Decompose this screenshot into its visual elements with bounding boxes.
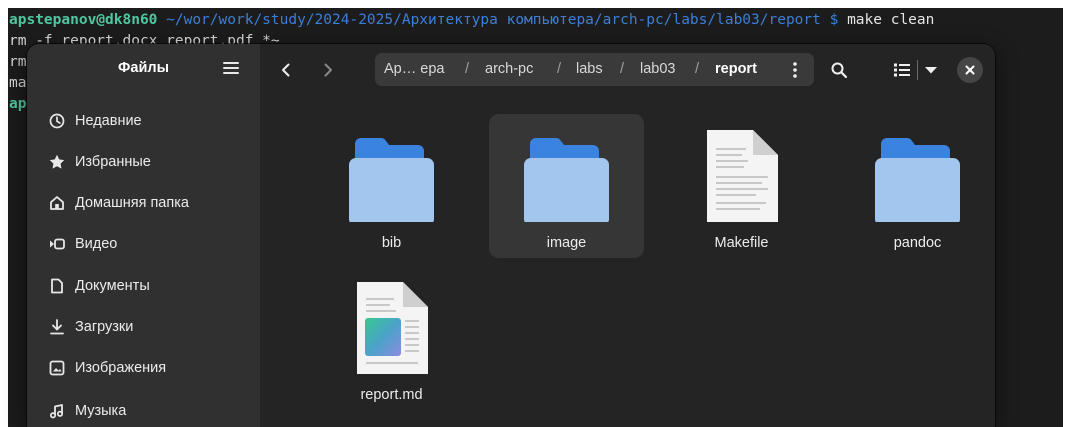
sidebar-item-label: Домашняя папка xyxy=(75,195,189,211)
breadcrumb-current[interactable]: report xyxy=(715,53,757,86)
star-icon xyxy=(49,154,65,169)
file-name: Makefile xyxy=(714,235,769,251)
video-icon xyxy=(50,238,65,250)
file-item-image[interactable]: image xyxy=(489,114,644,258)
sidebar-item-label: Музыка xyxy=(75,403,127,419)
home-icon xyxy=(50,196,64,210)
file-name: image xyxy=(546,235,587,251)
file-name: bib xyxy=(381,235,402,251)
sidebar-item-pictures[interactable]: Изображения xyxy=(35,351,252,385)
clock-icon xyxy=(49,113,65,129)
file-item-makefile[interactable]: Makefile xyxy=(664,114,819,258)
close-button[interactable] xyxy=(957,57,983,83)
breadcrumb-separator: / xyxy=(695,61,700,77)
view-options xyxy=(885,55,943,85)
document-icon xyxy=(51,278,63,294)
hamburger-icon-bar xyxy=(223,72,239,74)
sidebar-item-starred[interactable]: Избранные xyxy=(35,145,252,179)
breadcrumb-item[interactable]: arch-pc xyxy=(485,53,533,86)
chevron-right-icon xyxy=(324,63,332,77)
text-file-icon xyxy=(707,130,778,222)
sidebar-item-recent[interactable]: Недавние xyxy=(35,104,252,138)
sidebar: Файлы Недавние Избранные Домашняя папка … xyxy=(27,44,260,427)
breadcrumb-separator: / xyxy=(620,61,625,77)
forward-button[interactable] xyxy=(312,55,344,85)
list-view-button[interactable] xyxy=(889,55,915,85)
path-bar[interactable]: Ар… ера / arch-pc / labs / lab03 / repor… xyxy=(375,53,814,86)
folder-icon xyxy=(875,138,960,222)
breadcrumb-separator: / xyxy=(557,61,562,77)
file-name: pandoc xyxy=(893,235,942,251)
sidebar-item-label: Документы xyxy=(75,278,150,294)
terminal-command: make clean xyxy=(847,12,935,28)
sidebar-item-label: Изображения xyxy=(75,360,167,376)
file-manager-window: Файлы Недавние Избранные Домашняя папка … xyxy=(27,44,995,427)
sidebar-item-downloads[interactable]: Загрузки xyxy=(35,310,252,344)
kebab-menu-icon xyxy=(793,61,797,78)
sidebar-item-label: Загрузки xyxy=(75,319,134,335)
close-icon xyxy=(965,65,975,75)
hamburger-icon-bar xyxy=(223,67,239,69)
file-item-bib[interactable]: bib xyxy=(314,114,469,258)
terminal-output-line: rm xyxy=(9,54,27,70)
path-menu-button[interactable] xyxy=(783,53,807,86)
file-name: report.md xyxy=(360,387,423,403)
sidebar-item-label: Видео xyxy=(75,236,118,252)
file-item-pandoc[interactable]: pandoc xyxy=(840,114,995,258)
terminal-path: ~/wor/work/study/2024-2025/Архитектура к… xyxy=(166,12,839,28)
caret-down-icon xyxy=(925,67,937,74)
sidebar-item-home[interactable]: Домашняя папка xyxy=(35,186,252,220)
back-button[interactable] xyxy=(270,55,302,85)
folder-icon xyxy=(524,138,609,222)
download-icon xyxy=(50,319,64,335)
markdown-file-icon xyxy=(357,282,428,374)
file-item-report-md[interactable]: report.md xyxy=(314,266,469,410)
main-content: Ар… ера / arch-pc / labs / lab03 / repor… xyxy=(260,44,995,427)
main-menu-button[interactable] xyxy=(223,61,239,75)
music-icon xyxy=(49,404,64,419)
view-menu-button[interactable] xyxy=(920,55,942,85)
image-icon xyxy=(49,360,65,376)
terminal-output-line: ma xyxy=(9,75,27,91)
hamburger-icon xyxy=(223,62,239,64)
search-button[interactable] xyxy=(823,55,855,85)
view-divider xyxy=(917,60,918,80)
terminal-prompt-fragment: ap xyxy=(9,96,27,112)
sidebar-item-music[interactable]: Музыка xyxy=(35,394,252,427)
breadcrumb-item[interactable]: Ар… ера xyxy=(384,53,444,86)
breadcrumb-item[interactable]: lab03 xyxy=(640,53,675,86)
breadcrumb-item[interactable]: labs xyxy=(576,53,603,86)
sidebar-item-label: Избранные xyxy=(75,154,151,170)
search-icon xyxy=(831,62,848,79)
folder-icon xyxy=(349,138,434,222)
breadcrumb-separator: / xyxy=(465,61,470,77)
terminal-prompt-line: apstepanov@dk8n60 ~/wor/work/study/2024-… xyxy=(9,10,934,31)
sidebar-item-documents[interactable]: Документы xyxy=(35,269,252,303)
terminal-user: apstepanov@dk8n60 xyxy=(9,12,158,28)
sidebar-item-videos[interactable]: Видео xyxy=(35,227,252,261)
chevron-left-icon xyxy=(282,63,290,77)
sidebar-item-label: Недавние xyxy=(75,113,142,129)
sidebar-header: Файлы xyxy=(27,44,260,96)
list-view-icon xyxy=(894,63,910,77)
